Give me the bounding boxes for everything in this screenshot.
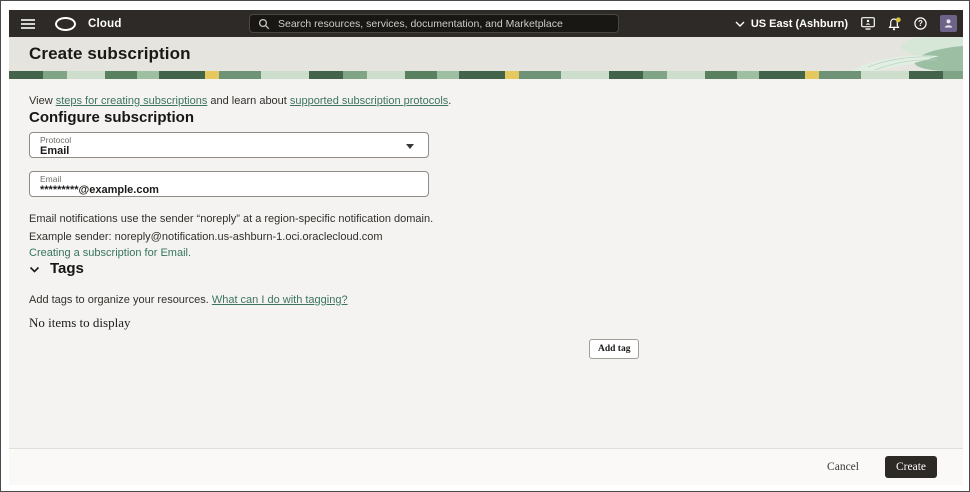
link-steps-for-creating-subscriptions[interactable]: steps for creating subscriptions: [56, 95, 208, 107]
intro-text: View steps for creating subscriptions an…: [29, 95, 451, 107]
user-icon: [944, 19, 953, 28]
intro-suffix: .: [448, 95, 452, 107]
bell-icon[interactable]: [888, 16, 901, 31]
create-button[interactable]: Create: [884, 456, 937, 478]
email-value: *********@example.com: [40, 184, 159, 196]
topbar-left: Cloud: [21, 10, 122, 37]
region-label: US East (Ashburn): [750, 17, 848, 30]
chevron-down-icon: [735, 21, 745, 27]
tags-description-text: Add tags to organize your resources.: [29, 294, 212, 306]
action-footer: Cancel Create: [9, 448, 963, 485]
global-search[interactable]: [249, 14, 619, 33]
menu-icon[interactable]: [21, 18, 35, 30]
dropdown-caret-icon: [406, 144, 414, 149]
notification-dot: [895, 16, 901, 22]
configure-subscription-heading: Configure subscription: [29, 109, 194, 126]
brand-label: Cloud: [88, 17, 122, 30]
user-avatar[interactable]: [940, 15, 957, 32]
example-sender-note: Example sender: noreply@notification.us-…: [29, 231, 383, 243]
link-supported-subscription-protocols[interactable]: supported subscription protocols: [290, 95, 448, 107]
tags-heading: Tags: [50, 260, 84, 277]
add-tag-button[interactable]: Add tag: [589, 339, 640, 359]
sender-note: Email notifications use the sender “nore…: [29, 213, 434, 225]
page-header: Create subscription: [9, 37, 963, 71]
topbar-right: US East (Ashburn) ?: [735, 10, 957, 37]
email-field[interactable]: Email *********@example.com: [29, 171, 429, 197]
help-icon[interactable]: ?: [914, 17, 927, 30]
svg-text:?: ?: [918, 19, 923, 28]
tags-section-header: Tags: [29, 260, 84, 277]
cancel-button[interactable]: Cancel: [825, 457, 861, 477]
leaf-decoration: [851, 37, 963, 71]
main-content: View steps for creating subscriptions an…: [9, 79, 963, 448]
top-navigation-bar: Cloud US East: [9, 10, 963, 37]
protocol-value: Email: [40, 145, 70, 157]
search-icon: [258, 18, 270, 30]
email-label: Email: [40, 174, 62, 184]
tags-description: Add tags to organize your resources. Wha…: [29, 294, 348, 306]
search-input[interactable]: [276, 16, 610, 31]
oracle-logo[interactable]: [55, 16, 76, 31]
monitor-icon[interactable]: [861, 17, 875, 30]
page-title: Create subscription: [29, 44, 191, 63]
protocol-select[interactable]: Protocol Email: [29, 132, 429, 158]
tags-empty-state: No items to display: [29, 315, 131, 330]
region-selector[interactable]: US East (Ashburn): [735, 18, 848, 30]
intro-middle: and learn about: [207, 95, 290, 107]
protocol-label: Protocol: [40, 135, 72, 145]
window-frame: Cloud US East: [0, 0, 970, 492]
intro-prefix: View: [29, 95, 56, 107]
oci-console: Cloud US East: [9, 10, 963, 485]
tags-collapse-chevron-icon[interactable]: [29, 264, 40, 273]
banner-strip-decoration: [9, 71, 963, 79]
link-tagging-help[interactable]: What can I do with tagging?: [212, 294, 348, 306]
link-creating-subscription-email[interactable]: Creating a subscription for Email.: [29, 247, 191, 259]
